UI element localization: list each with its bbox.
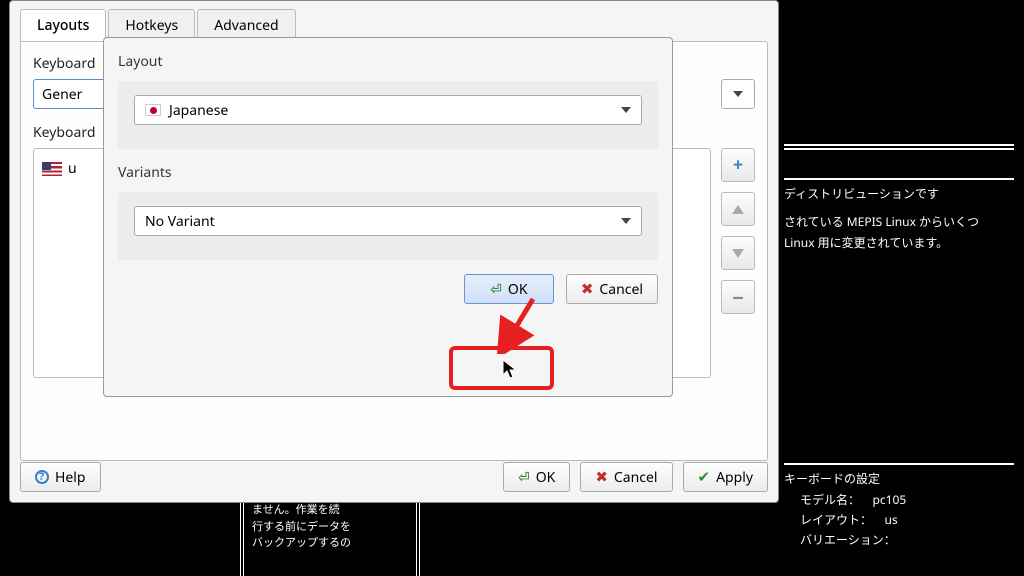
keyboard-model-value: Gener (42, 85, 82, 104)
cancel-button[interactable]: ✖ Cancel (580, 462, 672, 492)
tab-layouts[interactable]: Layouts (20, 9, 106, 41)
cancel-icon: ✖ (581, 279, 594, 299)
arrow-up-icon (732, 205, 744, 214)
dialog-variants-group: No Variant (118, 192, 658, 260)
chevron-down-icon (621, 107, 631, 113)
ok-button-label: OK (536, 468, 556, 487)
terminal-kb-layout-label: レイアウト： (800, 511, 872, 528)
ok-button[interactable]: ⏎ OK (503, 462, 570, 492)
terminal-kb-title: キーボードの設定 (784, 469, 1014, 489)
help-button-label: Help (55, 468, 86, 487)
flag-us-icon (42, 162, 62, 176)
terminal-kb-model-value: pc105 (873, 491, 907, 508)
apply-button-label: Apply (716, 468, 753, 487)
dialog-ok-label: OK (508, 280, 528, 299)
dialog-variants-label: Variants (118, 163, 658, 182)
terminal-kb-layout-value: us (885, 511, 898, 528)
plus-icon: + (733, 153, 743, 177)
dialog-layout-group: Japanese (118, 81, 658, 149)
dialog-cancel-label: Cancel (599, 280, 643, 299)
chevron-down-icon (621, 218, 631, 224)
terminal-kb-variation-label: バリエーション： (800, 531, 896, 548)
dialog-actions: ⏎ OK ✖ Cancel (118, 274, 658, 304)
remove-layout-button[interactable]: − (721, 280, 755, 314)
background-terminal: ディストリビューションです されている MEPIS Linux からいくつ Li… (774, 0, 1024, 576)
layout-list-item-label: u (68, 159, 77, 178)
terminal-text: Linux 用に変更されています。 (784, 233, 1014, 253)
add-layout-dialog: Layout Japanese Variants No Variant ⏎ OK… (103, 37, 673, 397)
help-icon (35, 470, 49, 484)
cancel-button-label: Cancel (614, 468, 658, 487)
terminal-text: ディストリビューションです (784, 184, 1014, 204)
flag-jp-icon (145, 104, 161, 116)
terminal-text: されている MEPIS Linux からいくつ (784, 212, 1014, 232)
layout-side-buttons: + − (721, 148, 755, 378)
cancel-icon: ✖ (595, 467, 608, 487)
move-down-button[interactable] (721, 236, 755, 270)
background-snippet: ません。作業を続 行する前にデータを バックアップするの (240, 498, 420, 576)
arrow-down-icon (732, 249, 744, 258)
window-footer: Help ⏎ OK ✖ Cancel ✔ Apply (20, 462, 768, 492)
ok-icon: ⏎ (518, 468, 530, 487)
variant-combo[interactable]: No Variant (134, 206, 642, 236)
minus-icon: − (732, 284, 744, 311)
chevron-down-icon (733, 91, 743, 97)
layout-combo[interactable]: Japanese (134, 95, 642, 125)
dialog-ok-button[interactable]: ⏎ OK (464, 274, 554, 304)
tab-bar: Layouts Hotkeys Advanced (10, 1, 778, 41)
help-button[interactable]: Help (20, 462, 101, 492)
dialog-cancel-button[interactable]: ✖ Cancel (566, 274, 658, 304)
apply-button[interactable]: ✔ Apply (683, 462, 769, 492)
move-up-button[interactable] (721, 192, 755, 226)
check-icon: ✔ (698, 467, 711, 487)
dialog-layout-label: Layout (118, 52, 658, 71)
add-layout-button[interactable]: + (721, 148, 755, 182)
variant-combo-value: No Variant (145, 212, 215, 231)
layout-combo-value: Japanese (169, 101, 228, 120)
ok-icon: ⏎ (490, 280, 502, 299)
terminal-kb-model-label: モデル名： (800, 491, 860, 508)
keyboard-model-dropdown-button[interactable] (721, 79, 755, 109)
